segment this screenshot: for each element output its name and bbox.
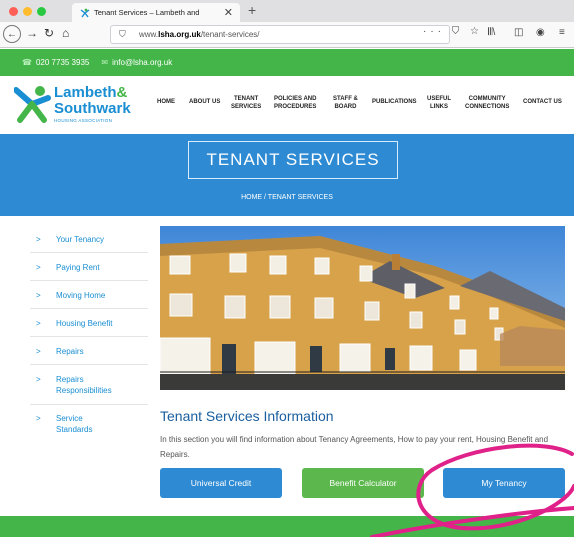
- nav-staff-board[interactable]: STAFF & BOARD: [333, 95, 358, 111]
- logo-line-1: Lambeth&: [54, 84, 128, 101]
- contact-bar: ☎ 020 7735 3935 ✉ info@lsha.org.uk: [0, 49, 574, 76]
- chevron-right-icon: >: [36, 319, 41, 328]
- site-favicon-icon: [80, 8, 90, 18]
- nav-contact-us[interactable]: CONTACT US: [523, 98, 562, 106]
- page-title: TENANT SERVICES: [188, 141, 398, 179]
- sidebar-item-service-standards[interactable]: > Service Standards: [30, 413, 120, 435]
- nav-useful-links[interactable]: USEFUL LINKS: [427, 95, 451, 111]
- sidebar-item-repairs-responsibilities[interactable]: > Repairs Responsibilities: [30, 374, 130, 396]
- sidebar-item-moving-home[interactable]: > Moving Home: [30, 290, 145, 301]
- my-tenancy-button[interactable]: My Tenancy: [443, 468, 565, 498]
- divider: [30, 404, 148, 405]
- chevron-right-icon: >: [36, 263, 41, 272]
- maximize-window-button[interactable]: [37, 7, 46, 16]
- close-window-button[interactable]: [9, 7, 18, 16]
- benefit-calculator-button[interactable]: Benefit Calculator: [302, 468, 424, 498]
- tab-close-icon[interactable]: ✕: [224, 6, 233, 19]
- minimize-window-button[interactable]: [23, 7, 32, 16]
- chevron-right-icon: >: [36, 414, 41, 423]
- universal-credit-button[interactable]: Universal Credit: [160, 468, 282, 498]
- menu-icon[interactable]: ≡: [559, 27, 565, 38]
- browser-nav-bar: ← → ↻ ⌂ ⛉ www. lsha.org.uk/tenant-service…: [0, 22, 574, 48]
- site-logo[interactable]: Lambeth& Southwark HOUSING ASSOCIATION: [14, 82, 154, 128]
- page-actions-icon[interactable]: ··· ⛉ ☆: [423, 26, 483, 37]
- chevron-right-icon: >: [36, 347, 41, 356]
- nav-publications[interactable]: PUBLICATIONS: [372, 98, 417, 106]
- back-arrow-icon[interactable]: ←: [3, 25, 21, 43]
- browser-tab[interactable]: Tenant Services – Lambeth and ✕: [72, 3, 240, 22]
- sidebar-item-repairs[interactable]: > Repairs: [30, 346, 145, 357]
- section-description: In this section you will find informatio…: [160, 435, 549, 459]
- email-address: info@lsha.org.uk: [112, 58, 173, 67]
- account-icon[interactable]: ◉: [536, 27, 545, 38]
- section-title: Tenant Services Information: [160, 408, 334, 424]
- url-prefix: www.: [139, 30, 159, 39]
- nav-tenant-services[interactable]: TENANT SERVICES: [231, 95, 261, 111]
- url-path: /tenant-services/: [200, 30, 260, 39]
- divider: [30, 336, 148, 337]
- library-icon[interactable]: 𝄃𝄃\: [488, 27, 495, 38]
- chevron-right-icon: >: [36, 375, 41, 384]
- page-hero: TENANT SERVICES HOME / TENANT SERVICES: [0, 134, 574, 216]
- sidebar-item-paying-rent[interactable]: > Paying Rent: [30, 262, 145, 273]
- logo-line-3: HOUSING ASSOCIATION: [54, 118, 113, 123]
- chevron-right-icon: >: [36, 235, 41, 244]
- logo-line-2: Southwark: [54, 100, 131, 117]
- houses-photo: [160, 226, 565, 390]
- new-tab-button[interactable]: +: [248, 2, 256, 18]
- address-bar[interactable]: ⛉ www. lsha.org.uk/tenant-services/: [110, 25, 450, 44]
- divider: [30, 364, 148, 365]
- nav-about-us[interactable]: ABOUT US: [189, 98, 220, 106]
- url-host: lsha.org.uk: [158, 30, 201, 39]
- divider: [30, 308, 148, 309]
- phone-icon: ☎: [22, 58, 32, 67]
- sidebar-item-housing-benefit[interactable]: > Housing Benefit: [30, 318, 145, 329]
- tab-title: Tenant Services – Lambeth and: [94, 8, 200, 17]
- divider: [30, 280, 148, 281]
- forward-arrow-icon[interactable]: →: [26, 26, 38, 40]
- nav-home[interactable]: HOME: [157, 98, 175, 106]
- divider: [30, 252, 148, 253]
- phone-link[interactable]: ☎ 020 7735 3935: [22, 58, 89, 67]
- reload-icon[interactable]: ↻: [44, 26, 54, 40]
- site-header: Lambeth& Southwark HOUSING ASSOCIATION H…: [0, 76, 574, 134]
- footer-bar: [0, 516, 574, 537]
- phone-number: 020 7735 3935: [35, 58, 90, 67]
- nav-community-connections[interactable]: COMMUNITY CONNECTIONS: [465, 95, 509, 111]
- sidebar-toggle-icon[interactable]: ◫: [514, 27, 523, 38]
- breadcrumb[interactable]: HOME / TENANT SERVICES: [0, 194, 574, 201]
- logo-figure-icon: [14, 86, 51, 123]
- nav-policies-procedures[interactable]: POLICIES AND PROCEDURES: [274, 95, 316, 111]
- email-link[interactable]: ✉ info@lsha.org.uk: [101, 58, 172, 67]
- tracking-shield-icon: ⛉: [119, 29, 126, 39]
- browser-tab-bar: Tenant Services – Lambeth and ✕ +: [0, 0, 574, 22]
- home-icon[interactable]: ⌂: [62, 26, 69, 40]
- chevron-right-icon: >: [36, 291, 41, 300]
- sidebar-item-your-tenancy[interactable]: > Your Tenancy: [30, 234, 145, 245]
- email-icon: ✉: [101, 58, 109, 67]
